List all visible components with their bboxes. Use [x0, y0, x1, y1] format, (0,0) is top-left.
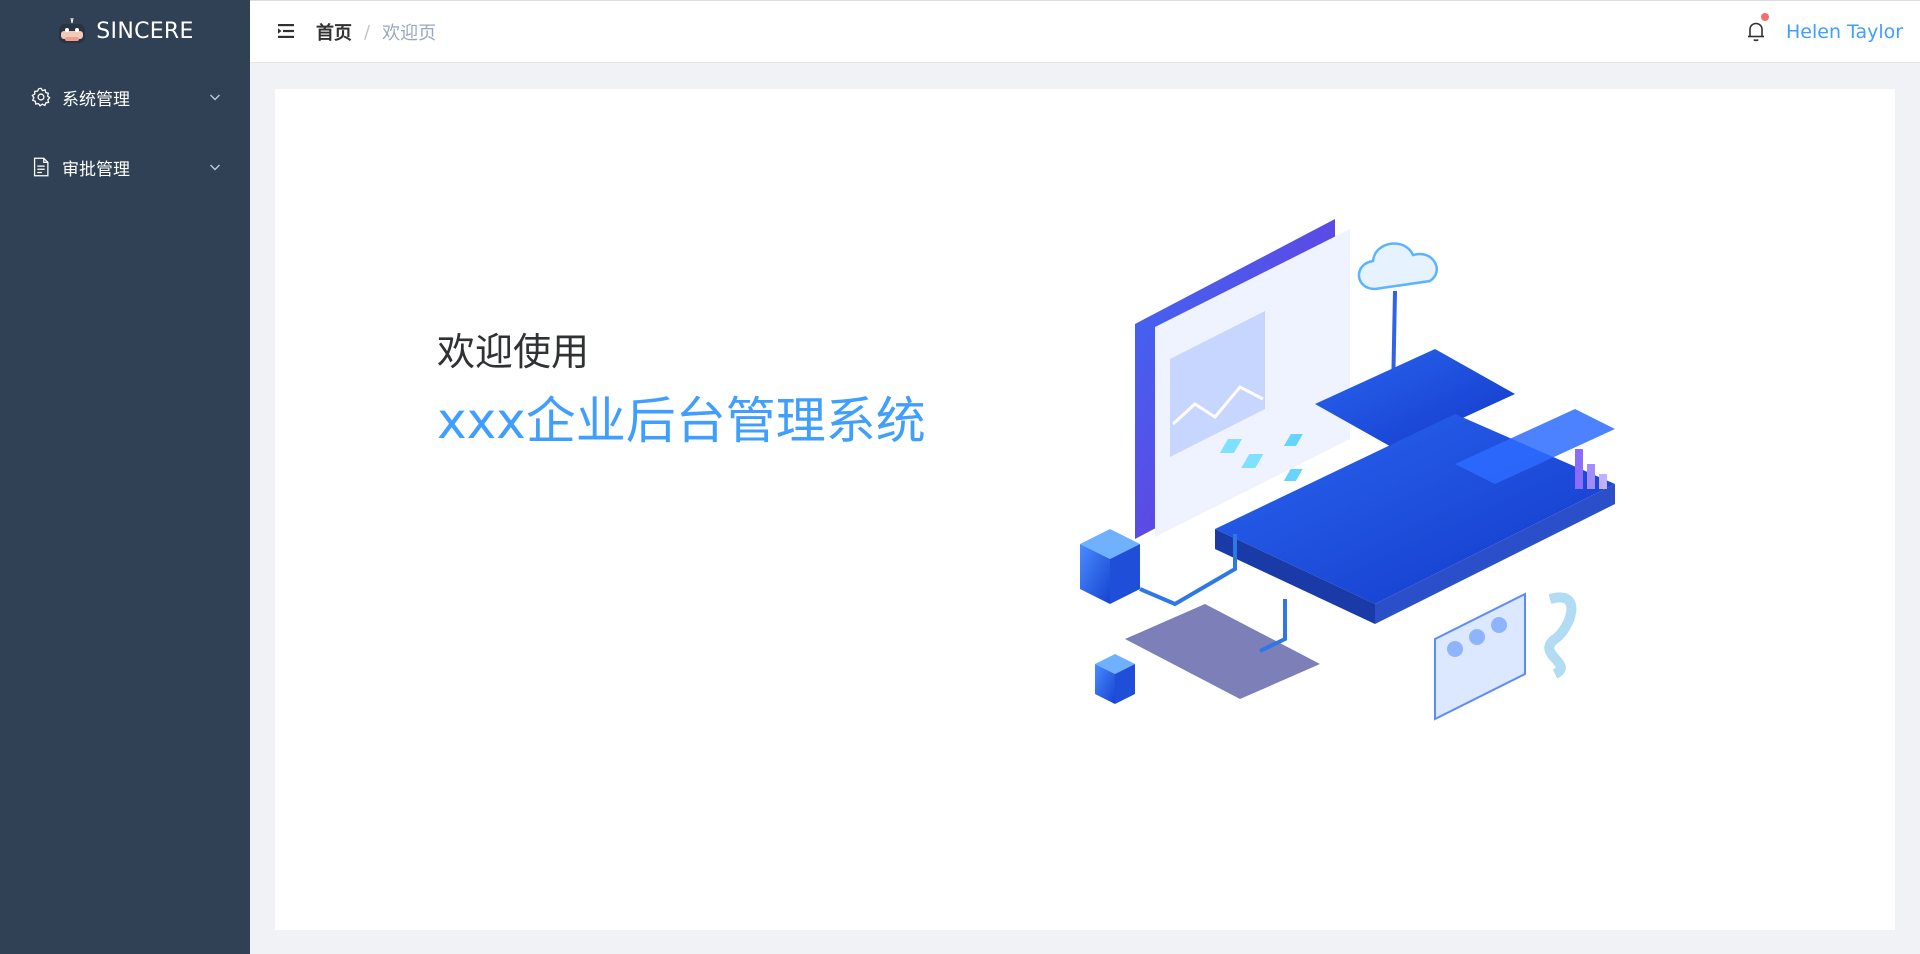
sidebar-item-label: 审批管理 — [62, 159, 130, 180]
sidebar: SINCERE 系统管理 审批管理 — [0, 0, 250, 954]
navbar: 首页 / 欢迎页 Helen Taylor — [250, 0, 1920, 63]
app-logo[interactable]: SINCERE — [0, 0, 250, 62]
logo-mascot-icon — [56, 17, 88, 45]
sidebar-item-label: 系统管理 — [62, 89, 130, 110]
gear-icon — [30, 86, 52, 108]
sidebar-item-system-management[interactable]: 系统管理 — [0, 62, 250, 132]
main-area: 首页 / 欢迎页 Helen Taylor 欢迎使用 xxx企业后台管理系统 — [250, 0, 1920, 954]
system-title: xxx企业后台管理系统 — [437, 392, 926, 450]
logo-text: SINCERE — [96, 18, 194, 44]
breadcrumb-home-link[interactable]: 首页 — [316, 19, 352, 45]
breadcrumb: 首页 / 欢迎页 — [316, 19, 436, 45]
notification-dot — [1761, 13, 1769, 21]
user-name-dropdown[interactable]: Helen Taylor — [1786, 21, 1903, 43]
document-icon — [30, 156, 52, 178]
breadcrumb-current: 欢迎页 — [382, 23, 437, 44]
welcome-card: 欢迎使用 xxx企业后台管理系统 — [275, 89, 1895, 930]
chevron-down-icon — [208, 90, 222, 104]
hamburger-toggle-icon[interactable] — [276, 21, 296, 41]
chevron-down-icon — [208, 160, 222, 174]
bell-icon[interactable] — [1745, 13, 1769, 43]
sidebar-item-approval-management[interactable]: 审批管理 — [0, 132, 250, 202]
breadcrumb-separator: / — [364, 21, 371, 43]
welcome-heading: 欢迎使用 — [437, 330, 590, 374]
isometric-dashboard-illustration — [1055, 148, 1625, 779]
